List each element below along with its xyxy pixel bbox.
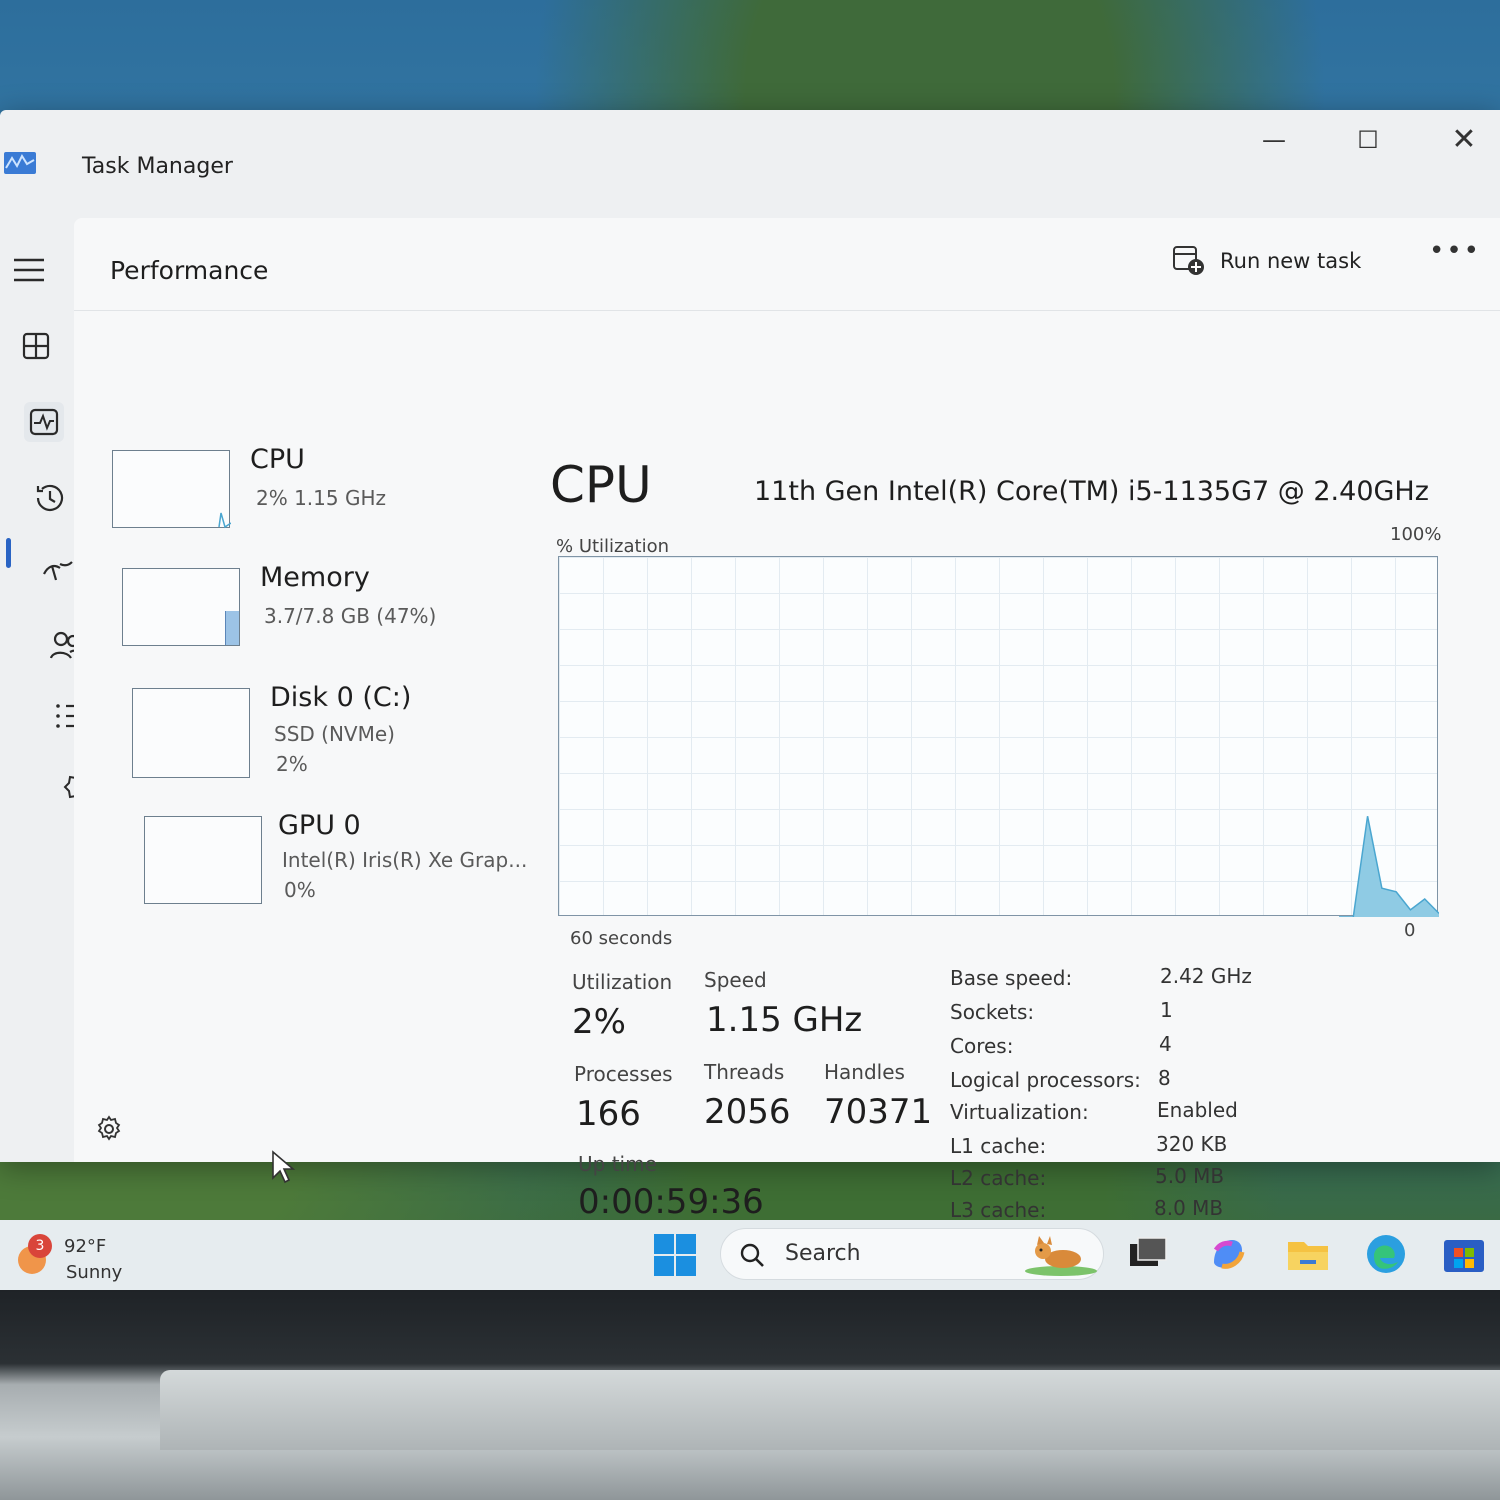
uptime-label: Up time [578, 1152, 657, 1176]
cpu-utilization-area [1339, 816, 1439, 917]
handles-label: Handles [824, 1060, 905, 1084]
graph-y-label: % Utilization [556, 536, 670, 557]
spec-value: 320 KB [1156, 1132, 1228, 1156]
copilot-icon[interactable] [1204, 1230, 1252, 1278]
microsoft-store-icon[interactable] [1440, 1230, 1488, 1278]
search-placeholder: Search [785, 1241, 861, 1266]
laptop-hinge [160, 1370, 1500, 1450]
task-view-icon[interactable] [1124, 1230, 1172, 1278]
detail-heading: CPU [550, 456, 652, 514]
spec-label: Cores: [950, 1034, 1014, 1058]
handles-value: 70371 [824, 1092, 933, 1132]
resource-name: Disk 0 (C:) [270, 682, 412, 713]
performance-pane: Performance Run new task ••• CPU 2% 1.15… [74, 218, 1500, 1222]
taskbar-search-box[interactable]: Search [720, 1228, 1104, 1280]
header-divider [74, 310, 1500, 311]
task-manager-window: Task Manager — ☐ ✕ Performance Run new t… [0, 110, 1500, 1222]
cpu-utilization-plot [1339, 816, 1439, 917]
window-title: Task Manager [82, 154, 233, 179]
task-manager-app-icon [4, 152, 36, 174]
speed-label: Speed [704, 968, 767, 992]
uptime-value: 0:00:59:36 [578, 1182, 764, 1222]
cpu-utilization-graph [558, 556, 1439, 917]
weather-badge: 3 [28, 1234, 52, 1258]
processes-label: Processes [574, 1062, 673, 1086]
minimize-button[interactable]: — [1244, 120, 1304, 160]
settings-gear-icon[interactable] [94, 1114, 124, 1144]
spec-value: 4 [1159, 1032, 1172, 1056]
weather-condition[interactable]: Sunny [66, 1262, 122, 1283]
resource-usage: 0% [284, 878, 316, 902]
resource-detail: SSD (NVMe) [274, 722, 395, 746]
disk-thumbnail-graph [132, 688, 250, 778]
processes-value: 166 [576, 1094, 641, 1134]
memory-usage-bar [225, 611, 239, 645]
graph-max-label: 100% [1390, 524, 1442, 545]
run-new-task-icon [1173, 246, 1204, 275]
startup-apps-icon[interactable] [38, 552, 78, 592]
resource-detail: 3.7/7.8 GB (47%) [264, 604, 437, 628]
spec-value: Enabled [1157, 1098, 1238, 1122]
resource-detail: 2% 1.15 GHz [256, 486, 387, 510]
run-new-task-button[interactable]: Run new task [1172, 238, 1361, 284]
page-title: Performance [110, 256, 269, 285]
performance-icon[interactable] [24, 402, 64, 442]
windows-start-icon[interactable] [652, 1232, 698, 1278]
maximize-button[interactable]: ☐ [1338, 120, 1398, 160]
resource-name: GPU 0 [278, 810, 361, 841]
spec-label: Logical processors: [950, 1068, 1141, 1092]
search-highlight-dog-icon [1025, 1236, 1097, 1276]
gpu-thumbnail-graph [144, 816, 262, 904]
run-new-task-label: Run new task [1220, 249, 1362, 273]
spec-label: Virtualization: [950, 1100, 1089, 1124]
resource-name: Memory [260, 562, 370, 593]
spec-value: 2.42 GHz [1160, 964, 1252, 988]
app-history-icon[interactable] [30, 478, 70, 518]
threads-value: 2056 [704, 1092, 791, 1132]
resource-usage: 2% [276, 752, 308, 776]
weather-temperature[interactable]: 92°F [64, 1236, 106, 1257]
spec-label: Sockets: [950, 1000, 1035, 1024]
memory-thumbnail-graph [122, 568, 240, 646]
utilization-value: 2% [572, 1002, 626, 1042]
taskbar: 3 92°F Sunny Search [0, 1220, 1500, 1298]
file-explorer-icon[interactable] [1284, 1230, 1332, 1278]
graph-min-label: 0 [1404, 920, 1416, 941]
edge-browser-icon[interactable] [1362, 1230, 1410, 1278]
spec-label: L3 cache: [950, 1198, 1047, 1222]
cpu-model-name: 11th Gen Intel(R) Core(TM) i5-1135G7 @ 2… [754, 476, 1429, 507]
cpu-thumbnail-graph [112, 450, 231, 529]
threads-label: Threads [704, 1060, 785, 1084]
spec-label: L1 cache: [950, 1134, 1047, 1158]
spec-value: 8 [1158, 1066, 1171, 1090]
active-nav-indicator [6, 538, 11, 568]
graph-time-label: 60 seconds [570, 928, 673, 949]
mouse-cursor-icon [272, 1150, 296, 1184]
spec-value: 1 [1160, 998, 1173, 1022]
spec-value: 5.0 MB [1155, 1164, 1225, 1188]
title-bar[interactable]: Task Manager — ☐ ✕ [0, 110, 1500, 210]
spec-label: Base speed: [950, 966, 1073, 990]
spec-value: 8.0 MB [1154, 1196, 1224, 1220]
resource-detail: Intel(R) Iris(R) Xe Grap... [282, 848, 528, 872]
processes-icon[interactable] [16, 326, 56, 366]
search-icon [740, 1243, 764, 1267]
close-button[interactable]: ✕ [1434, 120, 1494, 160]
utilization-label: Utilization [572, 970, 673, 994]
speed-value: 1.15 GHz [706, 1000, 863, 1040]
resource-name: CPU [250, 444, 305, 475]
more-options-button[interactable]: ••• [1429, 236, 1481, 266]
spec-label: L2 cache: [950, 1166, 1047, 1190]
hamburger-menu-icon[interactable] [10, 250, 50, 290]
